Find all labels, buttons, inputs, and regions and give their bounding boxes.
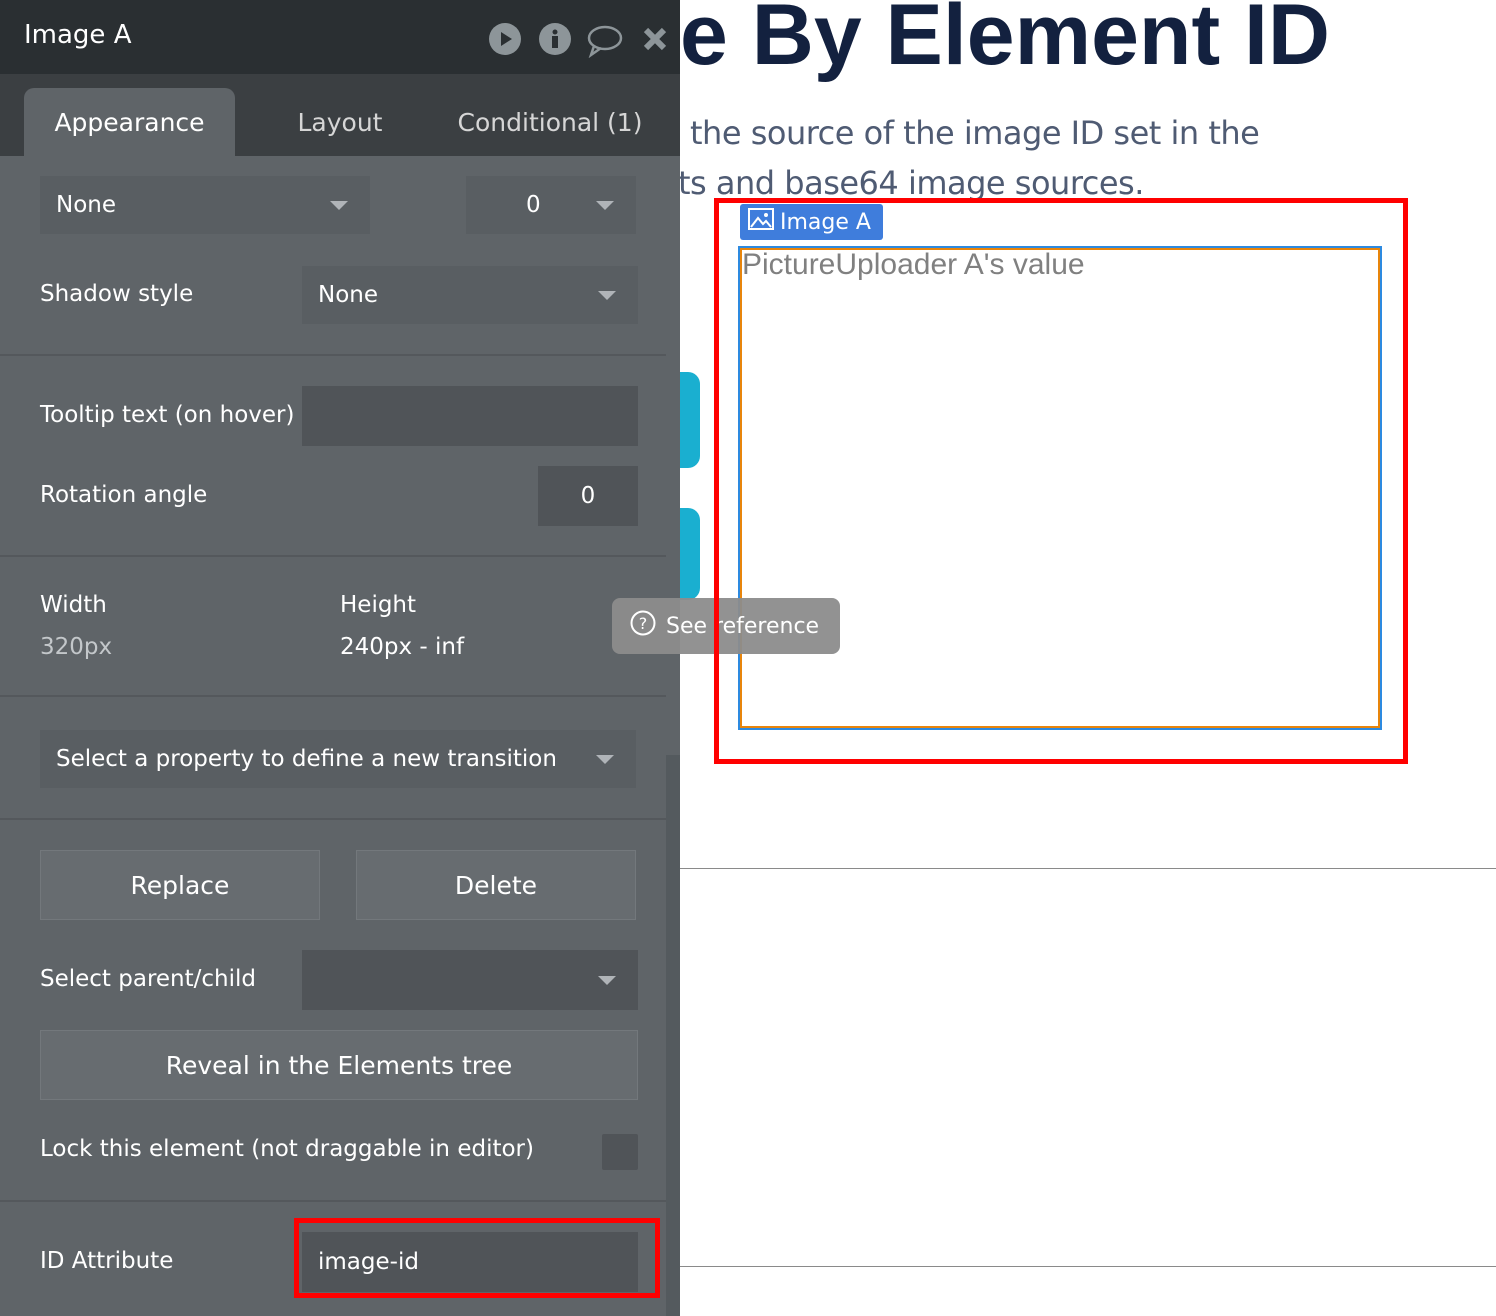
- tooltip-input[interactable]: [302, 386, 638, 446]
- divider: [0, 695, 666, 697]
- parent-child-dropdown[interactable]: [302, 950, 638, 1010]
- transition-dropdown[interactable]: Select a property to define a new transi…: [40, 730, 636, 788]
- image-element-tag[interactable]: Image A: [740, 204, 883, 240]
- divider: [0, 818, 666, 820]
- height-label: Height: [340, 592, 417, 618]
- panel-title: Image A: [24, 20, 132, 50]
- parent-child-label: Select parent/child: [40, 966, 257, 992]
- rotation-label: Rotation angle: [40, 482, 208, 508]
- delete-button[interactable]: Delete: [356, 850, 636, 920]
- panel-tabs: Appearance Layout Conditional (1): [0, 74, 680, 156]
- lock-checkbox[interactable]: [602, 1134, 638, 1170]
- reveal-in-tree-button[interactable]: Reveal in the Elements tree: [40, 1030, 638, 1100]
- id-attribute-input[interactable]: image-id: [302, 1232, 638, 1292]
- property-editor-panel: Image A Appearance Layout Conditional (1…: [0, 0, 680, 1316]
- divider: [680, 868, 1496, 869]
- tab-layout[interactable]: Layout: [270, 88, 410, 156]
- divider: [0, 555, 666, 557]
- help-icon: ?: [630, 610, 656, 642]
- subtitle-line-1: the source of the image ID set in the: [690, 114, 1260, 152]
- play-icon[interactable]: [488, 22, 522, 56]
- comment-icon[interactable]: [586, 24, 624, 58]
- panel-header: Image A: [0, 0, 680, 74]
- svg-text:?: ?: [639, 614, 648, 633]
- lock-label: Lock this element (not draggable in edit…: [40, 1136, 534, 1162]
- chevron-down-icon: [598, 291, 616, 300]
- chevron-down-icon: [330, 201, 348, 210]
- image-icon: [748, 208, 774, 236]
- shadow-style-dropdown[interactable]: None: [302, 266, 638, 324]
- tab-appearance[interactable]: Appearance: [24, 88, 235, 156]
- chevron-down-icon: [598, 976, 616, 985]
- height-value: 240px - inf: [340, 634, 465, 660]
- tooltip-label: Tooltip text (on hover): [40, 402, 295, 428]
- border-style-dropdown[interactable]: None: [40, 176, 370, 234]
- panel-scrollbar[interactable]: [666, 755, 680, 1316]
- id-attribute-label: ID Attribute: [40, 1248, 174, 1274]
- see-reference-button[interactable]: ? See reference: [612, 598, 840, 654]
- image-placeholder: PictureUploader A's value: [742, 248, 1085, 281]
- width-label: Width: [40, 592, 107, 618]
- divider: [0, 354, 666, 356]
- rotation-input[interactable]: 0: [538, 466, 638, 526]
- page-heading: e By Element ID: [680, 0, 1330, 83]
- chevron-down-icon: [596, 755, 614, 764]
- divider: [680, 1266, 1496, 1267]
- divider: [0, 1200, 666, 1202]
- border-width-dropdown[interactable]: 0: [466, 176, 636, 234]
- image-element[interactable]: PictureUploader A's value: [738, 246, 1382, 730]
- info-icon[interactable]: [538, 22, 572, 56]
- shadow-style-label: Shadow style: [40, 281, 194, 307]
- replace-button[interactable]: Replace: [40, 850, 320, 920]
- width-value: 320px: [40, 634, 113, 660]
- chevron-down-icon: [596, 201, 614, 210]
- image-tag-label: Image A: [780, 209, 871, 235]
- see-reference-label: See reference: [666, 613, 820, 639]
- close-icon[interactable]: [642, 26, 668, 52]
- tab-conditional[interactable]: Conditional (1): [450, 88, 650, 156]
- subtitle-line-2: ts and base64 image sources.: [678, 164, 1144, 202]
